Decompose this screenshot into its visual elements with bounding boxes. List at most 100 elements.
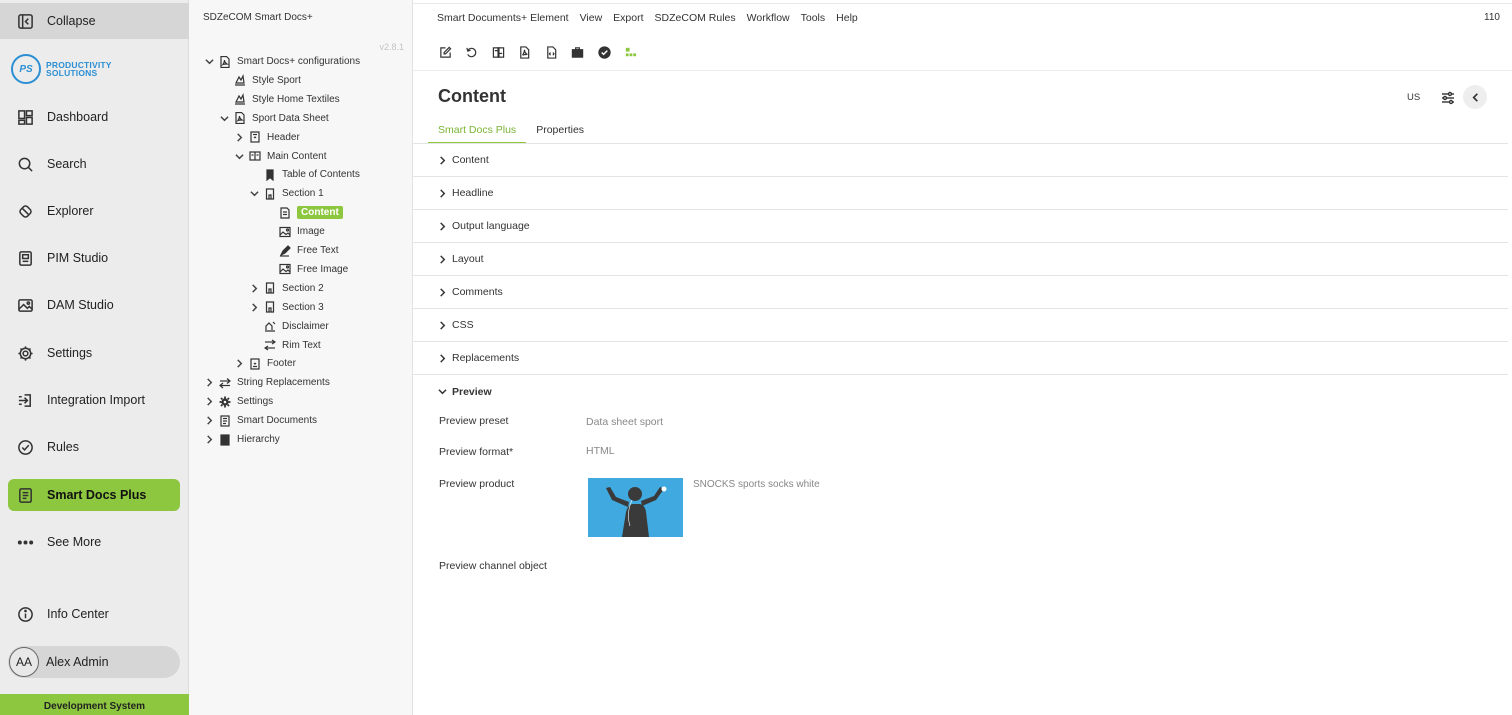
check-badge-icon[interactable] (597, 45, 611, 59)
user-name: Alex Admin (46, 655, 109, 669)
tree-node[interactable]: Rim Text (248, 337, 321, 354)
tree-node[interactable]: Image (263, 223, 325, 240)
menu-sdzecom-rules[interactable]: SDZeCOM Rules (655, 12, 736, 24)
tree-node[interactable]: Footer (233, 355, 296, 372)
tree-node[interactable]: Sport Data Sheet (218, 110, 329, 127)
nav-item-label: Smart Docs Plus (47, 488, 147, 502)
tree-structure-icon[interactable] (624, 45, 638, 59)
collapse-panel-button[interactable] (1463, 85, 1487, 109)
nav-item-search[interactable]: Search (8, 148, 180, 180)
chevron-right-icon[interactable] (248, 282, 260, 294)
section-comments[interactable]: Comments (413, 276, 1508, 309)
chevron-right-icon[interactable] (233, 358, 245, 370)
nav-item-integration-import[interactable]: Integration Import (8, 384, 180, 416)
section-output-language[interactable]: Output language (413, 210, 1508, 243)
nav-item-see-more[interactable]: See More (8, 526, 180, 558)
chevron-right-icon[interactable] (233, 131, 245, 143)
athlete-silhouette-image (588, 478, 683, 537)
tree-node[interactable]: String Replacements (203, 374, 330, 391)
chevron-down-icon (438, 389, 447, 395)
chevron-down-icon[interactable] (233, 150, 245, 162)
chevron-down-icon[interactable] (248, 188, 260, 200)
tree-node[interactable]: Main Content (233, 148, 326, 165)
briefcase-icon[interactable] (571, 45, 585, 59)
section-label: Preview (452, 385, 492, 398)
edit-icon[interactable] (438, 45, 452, 59)
tree-node[interactable]: Disclaimer (248, 318, 329, 335)
tree-node[interactable]: Smart Documents (203, 412, 317, 429)
code-icon[interactable] (544, 45, 558, 59)
compare-icon[interactable] (491, 45, 505, 59)
info-icon (16, 605, 34, 623)
chevron-left-icon (1471, 92, 1478, 102)
chevron-right-icon[interactable] (203, 434, 215, 446)
tree-node-label: Section 1 (282, 188, 324, 200)
product-thumbnail[interactable] (588, 478, 683, 537)
logo-line-2: SOLUTIONS (46, 68, 98, 78)
tree-node-label: Table of Contents (282, 169, 360, 181)
nav-item-smart-docs-plus[interactable]: Smart Docs Plus (8, 479, 180, 511)
search-icon (16, 155, 34, 173)
tree-node[interactable]: Style Home Textiles (218, 91, 340, 108)
chevron-right-icon[interactable] (248, 301, 260, 313)
nav-item-settings[interactable]: Settings (8, 337, 180, 369)
section-preview[interactable]: Preview (413, 375, 1508, 408)
tree-node[interactable]: Settings (203, 393, 273, 410)
nav-item-info-center[interactable]: Info Center (8, 598, 180, 630)
collapse-icon (16, 12, 34, 30)
nav-item-explorer[interactable]: Explorer (8, 195, 180, 227)
filter-settings-button[interactable] (1439, 89, 1457, 107)
nav-item-label: DAM Studio (47, 298, 114, 312)
section-layout[interactable]: Layout (413, 243, 1508, 276)
pdf-export-icon[interactable] (518, 45, 532, 59)
tree-node[interactable]: Section 2 (248, 280, 324, 297)
chevron-down-icon[interactable] (203, 56, 215, 68)
tree-node[interactable]: Section 1 (248, 185, 324, 202)
tree-node-label: Smart Documents (237, 415, 318, 427)
tree-node[interactable]: Smart Docs+ configurations (203, 53, 360, 70)
image-icon (278, 225, 292, 238)
nav-item-pim-studio[interactable]: PIM Studio (8, 242, 180, 274)
tab-smart-docs-plus[interactable]: Smart Docs Plus (428, 121, 527, 144)
user-menu[interactable]: AA Alex Admin (8, 646, 180, 678)
tree-node[interactable]: Header (233, 129, 300, 146)
menu-workflow[interactable]: Workflow (747, 12, 790, 24)
chevron-right-icon[interactable] (203, 377, 215, 389)
section-replacements[interactable]: Replacements (413, 342, 1508, 375)
tree-node[interactable]: Section 3 (248, 299, 324, 316)
version-label: v2.8.1 (379, 42, 404, 52)
locale-selector[interactable]: US (1407, 92, 1420, 103)
tree-node[interactable]: Hierarchy (203, 431, 280, 448)
tab-properties[interactable]: Properties (526, 121, 594, 144)
section-label: Layout (452, 253, 484, 265)
tree-node-label: Header (267, 131, 300, 143)
preview-format-value[interactable]: HTML (586, 445, 615, 457)
chevron-right-icon[interactable] (203, 415, 215, 427)
chevron-right-icon[interactable] (203, 396, 215, 408)
menu-export[interactable]: Export (613, 12, 643, 24)
tree-node[interactable]: Table of Contents (248, 166, 360, 183)
menu-smart-documents-element[interactable]: Smart Documents+ Element (437, 12, 569, 24)
section-css[interactable]: CSS (413, 309, 1508, 342)
section-headline[interactable]: Headline (413, 177, 1508, 210)
preview-format-label: Preview format* (439, 446, 514, 458)
collapse-button[interactable]: Collapse (0, 3, 189, 39)
menu-help[interactable]: Help (836, 12, 858, 24)
tree-node[interactable]: Style Sport (218, 72, 301, 89)
nav-item-dam-studio[interactable]: DAM Studio (8, 289, 180, 321)
preview-preset-value[interactable]: Data sheet sport (586, 416, 663, 428)
nav-item-dashboard[interactable]: Dashboard (8, 101, 180, 133)
tree-node[interactable]: Free Image (263, 261, 348, 278)
tree-node-label: Style Home Textiles (252, 93, 340, 105)
chevron-down-icon[interactable] (218, 112, 230, 124)
menu-view[interactable]: View (580, 12, 603, 24)
tree-node[interactable]: Content (263, 204, 343, 221)
nav-item-rules[interactable]: Rules (8, 431, 180, 463)
chevron-right-icon (440, 188, 446, 198)
section-content[interactable]: Content (413, 144, 1508, 177)
menu-tools[interactable]: Tools (801, 12, 826, 24)
refresh-icon[interactable] (465, 45, 479, 59)
tree-node[interactable]: Free Text (263, 242, 339, 259)
tree-node-label: Section 2 (282, 282, 324, 294)
